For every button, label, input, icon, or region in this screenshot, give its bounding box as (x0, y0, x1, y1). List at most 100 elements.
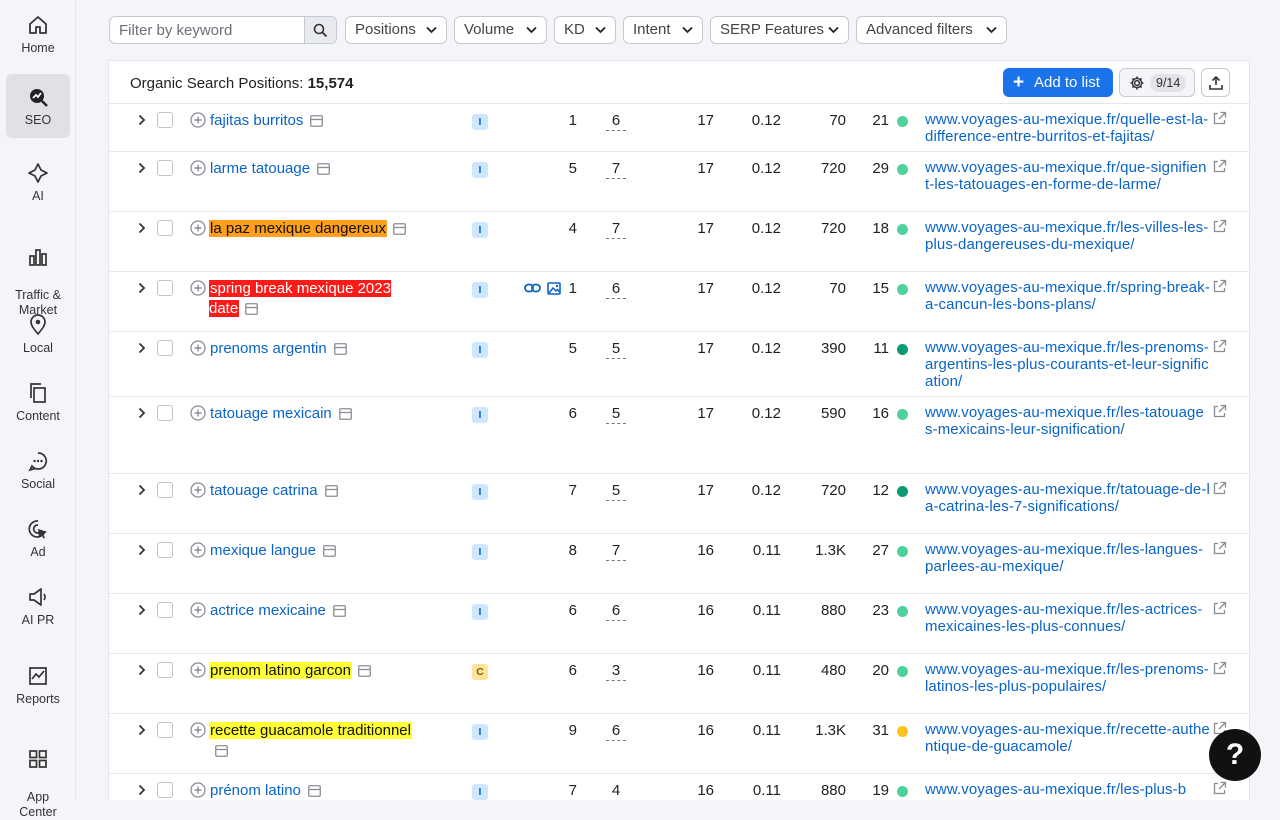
serp-features-dropdown[interactable]: SERP Features (710, 16, 849, 44)
add-keyword-plus-icon[interactable] (190, 160, 206, 176)
external-link-icon[interactable] (1212, 159, 1227, 174)
keyword-link[interactable]: tatouage catrina (209, 482, 319, 499)
keyword-link[interactable]: mexique langue (209, 542, 317, 559)
keyword-link[interactable]: spring break mexique 2023 date (209, 280, 391, 317)
ranking-url-link[interactable]: www.voyages-au-mexique.fr/les-prenoms-ar… (925, 339, 1210, 390)
external-link-icon[interactable] (1212, 339, 1227, 354)
position-diff-value[interactable]: 4 (606, 782, 626, 800)
position-diff-value[interactable]: 3 (606, 662, 626, 681)
row-checkbox[interactable] (157, 340, 173, 356)
position-diff-value[interactable]: 6 (606, 280, 626, 299)
row-checkbox[interactable] (157, 280, 173, 296)
add-keyword-plus-icon[interactable] (190, 280, 206, 296)
serp-snippet-icon[interactable] (333, 343, 347, 355)
row-checkbox[interactable] (157, 405, 173, 421)
position-diff-value[interactable]: 5 (606, 482, 626, 501)
keyword-link[interactable]: prénom latino (209, 782, 302, 799)
external-link-icon[interactable] (1212, 219, 1227, 234)
ranking-url-link[interactable]: www.voyages-au-mexique.fr/que-signifient… (925, 159, 1210, 193)
external-link-icon[interactable] (1212, 541, 1227, 556)
expand-row-chevron-icon[interactable] (138, 484, 146, 496)
serp-snippet-icon[interactable] (323, 545, 336, 557)
row-checkbox[interactable] (157, 112, 173, 128)
expand-row-chevron-icon[interactable] (138, 342, 146, 354)
volume-dropdown[interactable]: Volume (454, 16, 547, 44)
expand-row-chevron-icon[interactable] (138, 604, 146, 616)
add-keyword-plus-icon[interactable] (190, 112, 206, 128)
expand-row-chevron-icon[interactable] (138, 724, 146, 736)
ranking-url-link[interactable]: www.voyages-au-mexique.fr/les-prenoms-la… (925, 661, 1210, 695)
add-keyword-plus-icon[interactable] (190, 782, 206, 798)
keyword-link[interactable]: la paz mexique dangereux (209, 220, 387, 237)
external-link-icon[interactable] (1212, 781, 1227, 796)
serp-snippet-icon[interactable] (215, 745, 228, 757)
sidebar-item-content[interactable]: Content (6, 382, 70, 426)
expand-row-chevron-icon[interactable] (138, 114, 146, 126)
keyword-link[interactable]: prenom latino garcon (209, 662, 352, 679)
export-button[interactable] (1201, 68, 1230, 97)
ranking-url-link[interactable]: www.voyages-au-mexique.fr/les-actrices-m… (925, 601, 1210, 635)
keyword-link[interactable]: tatouage mexicain (209, 405, 333, 422)
external-link-icon[interactable] (1212, 661, 1227, 676)
serp-snippet-icon[interactable] (393, 223, 406, 235)
expand-row-chevron-icon[interactable] (138, 664, 146, 676)
keyword-search-input[interactable] (110, 17, 304, 43)
position-diff-value[interactable]: 7 (606, 160, 626, 179)
position-diff-value[interactable]: 6 (606, 112, 626, 131)
sidebar-item-home[interactable]: Home (6, 14, 70, 62)
row-checkbox[interactable] (157, 602, 173, 618)
sidebar-item-app-center[interactable]: App Center (6, 733, 70, 819)
serp-snippet-icon[interactable] (338, 408, 352, 420)
ranking-url-link[interactable]: www.voyages-au-mexique.fr/les-langues-pa… (925, 541, 1210, 575)
ranking-url-link[interactable]: www.voyages-au-mexique.fr/recette-authen… (925, 721, 1210, 755)
intent-dropdown[interactable]: Intent (623, 16, 703, 44)
expand-row-chevron-icon[interactable] (138, 282, 146, 294)
row-checkbox[interactable] (157, 662, 173, 678)
external-link-icon[interactable] (1212, 601, 1227, 616)
serp-snippet-icon[interactable] (332, 605, 346, 617)
positions-dropdown[interactable]: Positions (345, 16, 447, 44)
expand-row-chevron-icon[interactable] (138, 784, 146, 796)
position-diff-value[interactable]: 7 (606, 220, 626, 239)
row-checkbox[interactable] (157, 160, 173, 176)
sidebar-item-ai[interactable]: AI (6, 162, 70, 206)
link-icon[interactable] (524, 282, 541, 294)
position-diff-value[interactable]: 5 (606, 340, 626, 359)
ranking-url-link[interactable]: www.voyages-au-mexique.fr/les-plus-b (925, 781, 1210, 798)
expand-row-chevron-icon[interactable] (138, 544, 146, 556)
sidebar-item-ad[interactable]: Ad (6, 518, 70, 562)
external-link-icon[interactable] (1212, 279, 1227, 294)
ranking-url-link[interactable]: www.voyages-au-mexique.fr/les-tatouages-… (925, 404, 1210, 438)
position-diff-value[interactable]: 7 (606, 542, 626, 561)
sidebar-item-traffic-market[interactable]: Traffic & Market (6, 231, 70, 317)
serp-snippet-icon[interactable] (307, 785, 321, 797)
serp-snippet-icon[interactable] (245, 303, 259, 315)
row-checkbox[interactable] (157, 542, 173, 558)
advanced-filters-dropdown[interactable]: Advanced filters (856, 16, 1007, 44)
ranking-url-link[interactable]: www.voyages-au-mexique.fr/les-villes-les… (925, 219, 1210, 253)
ranking-url-link[interactable]: www.voyages-au-mexique.fr/tatouage-de-la… (925, 481, 1210, 515)
add-keyword-plus-icon[interactable] (190, 220, 206, 236)
ranking-url-link[interactable]: www.voyages-au-mexique.fr/quelle-est-la-… (925, 111, 1210, 145)
external-link-icon[interactable] (1212, 404, 1227, 419)
row-checkbox[interactable] (157, 482, 173, 498)
search-button[interactable] (304, 17, 336, 43)
serp-snippet-icon[interactable] (358, 665, 371, 677)
help-button[interactable]: ? (1209, 729, 1261, 781)
sidebar-item-seo[interactable]: SEO (6, 74, 70, 138)
add-keyword-plus-icon[interactable] (190, 405, 206, 421)
add-keyword-plus-icon[interactable] (190, 662, 206, 678)
keyword-link[interactable]: recette guacamole traditionnel (209, 722, 412, 739)
serp-snippet-icon[interactable] (317, 163, 330, 175)
expand-row-chevron-icon[interactable] (138, 222, 146, 234)
serp-snippet-icon[interactable] (310, 115, 324, 127)
row-checkbox[interactable] (157, 220, 173, 236)
position-diff-value[interactable]: 6 (606, 722, 626, 741)
sidebar-item-social[interactable]: Social (6, 450, 70, 494)
add-keyword-plus-icon[interactable] (190, 602, 206, 618)
add-keyword-plus-icon[interactable] (190, 340, 206, 356)
serp-snippet-icon[interactable] (324, 485, 338, 497)
ranking-url-link[interactable]: www.voyages-au-mexique.fr/spring-break-a… (925, 279, 1210, 313)
kd-dropdown[interactable]: KD (554, 16, 616, 44)
position-diff-value[interactable]: 6 (606, 602, 626, 621)
